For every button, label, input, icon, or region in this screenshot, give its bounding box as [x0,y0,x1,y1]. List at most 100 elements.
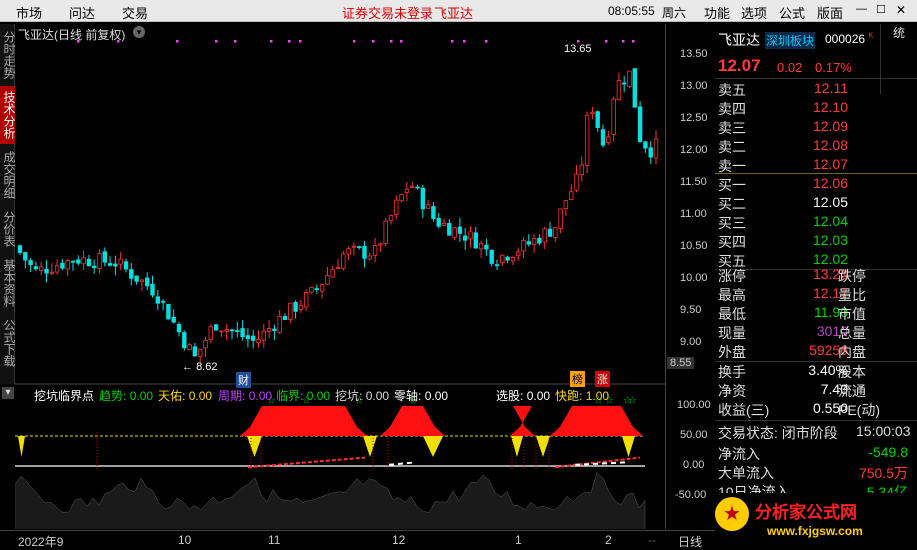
candle-body [441,222,447,226]
menu-options[interactable]: 选项 [741,3,767,22]
maximize-icon[interactable]: ☐ [876,3,886,16]
tab-price-table[interactable]: 分价表 [0,206,16,252]
candle-body [330,269,335,278]
candle-body [76,259,81,264]
divider [715,173,917,174]
bid-row-1: 买一 12.06 [718,175,848,193]
ind-cycle: 周期: 0.00 [218,389,273,403]
date-label: 2 [605,533,612,547]
signal-dot [234,40,237,43]
candle-body [510,256,516,262]
menu-trade[interactable]: 交易 [122,3,148,22]
date-label: 2022年9 [18,535,64,549]
tab-technical[interactable]: 技术分析 [0,86,16,144]
candle-body [409,185,415,188]
signal-dot [299,40,302,43]
candle-body [547,228,553,237]
indicator-menu-icon[interactable]: ▾ [2,387,14,399]
tab-formula-download[interactable]: 公式下载 [0,314,16,372]
candle-body [23,252,28,261]
signal-dot [485,40,488,43]
candle-body [584,114,590,166]
board-link[interactable]: 深圳板块 [765,32,816,49]
tab-profile[interactable]: 基本资料 [0,254,16,312]
candle-body [144,277,150,287]
candle-body [171,316,176,323]
quote-panel: 飞亚达 深圳板块 000026 ᴷ 统 12.07 0.02 0.17% 卖五 1… [715,24,917,550]
close-icon[interactable]: ✕ [896,3,906,17]
candle-body [632,68,637,108]
ind-axis-tick: 100.00 [677,399,711,411]
menu-function[interactable]: 功能 [704,3,730,22]
candle-body [33,266,39,270]
candle-body [266,328,272,332]
badge-finance[interactable]: 财 [236,372,251,388]
login-status[interactable]: 证券交易未登录 [342,3,433,22]
kline-chart[interactable]: ☆ ☆ ☆ ☆ ☆ ☆☆ ☆ [15,24,665,529]
candle-body [160,300,166,303]
minimize-icon[interactable]: — [856,3,867,15]
candle-body [351,245,357,248]
candle-body [197,348,203,357]
scroll-left-icon[interactable]: -- [648,533,656,547]
candle-body [494,264,500,267]
chevron-down-icon[interactable]: ▾ [133,26,145,38]
candle-body [595,111,600,128]
badge-limit-up[interactable]: 涨 [595,371,610,387]
menu-wenda[interactable]: 问达 [69,3,95,22]
stat-row: 最高 12.17 量比 [718,285,866,303]
low-price-label: ← 8.62 [182,361,218,373]
candle-body [627,70,632,87]
ind-select: 选股: 0.00 [496,389,551,403]
candle-body [107,263,113,266]
candle-body [425,204,431,209]
candle-body [611,98,616,135]
candle-body [97,253,102,269]
signal-dot [270,40,273,43]
indicator-name[interactable]: 挖坑临界点 [34,387,94,404]
trade-time: 15:00:03 [856,423,911,439]
candle-body [282,315,288,320]
signal-dot [463,40,466,43]
menu-formula[interactable]: 公式 [779,3,805,22]
candle-body [208,326,213,340]
candle-body [600,129,606,146]
candle-body [261,330,266,341]
candle-body [166,304,171,320]
badge-rank[interactable]: 榜 [570,371,585,387]
ask-row-4: 卖四 12.10 [718,99,848,117]
candle-body [155,296,160,304]
candle-body [187,344,192,351]
bid-row-4: 买四 12.03 [718,232,848,250]
candle-body [537,237,542,244]
signal-dot [400,40,403,43]
menu-layout[interactable]: 版面 [817,3,843,22]
candle-body [542,228,547,243]
candle-body [643,141,648,149]
candle-body [622,82,627,85]
candle-body [462,235,468,241]
ind-axis-tick: 0.00 [683,459,705,471]
period-selector[interactable]: 日线 [678,533,702,550]
candle-body [28,260,33,265]
candle-body [399,194,404,202]
tab-intraday[interactable]: 分时走势 [0,26,16,84]
tab-ticks[interactable]: 成交明细 [0,146,16,204]
candle-body [245,335,251,340]
candle-body [505,256,510,261]
axis-tick: 10.50 [680,240,708,252]
logo-url: www.fxjgsw.com [767,524,863,538]
side-tabs: 分时走势 技术分析 成交明细 分价表 基本资料 公式下载 [0,24,16,384]
ind-pit: 挖坑: 0.00 [335,389,390,403]
candle-body [150,283,155,296]
signal-dot [372,40,375,43]
ind-tianyou: 天佑: 0.00 [158,389,213,403]
candle-body [515,251,521,257]
signal-dot [353,40,356,43]
site-logo: ★ 分析家公式网 www.fxjgsw.com [715,493,917,550]
candle-body [420,187,425,210]
candle-body [574,173,579,191]
candle-body [235,330,240,332]
signal-dot [176,40,179,43]
menu-market[interactable]: 市场 [16,3,42,22]
